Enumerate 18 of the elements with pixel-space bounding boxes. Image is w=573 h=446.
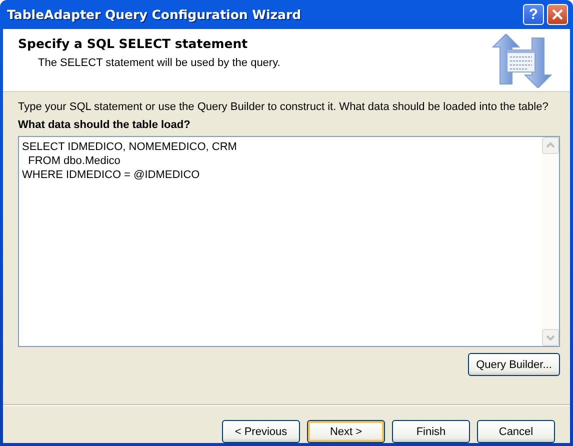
scroll-up-icon[interactable]: [542, 137, 559, 154]
close-icon: [552, 9, 563, 20]
wizard-button[interactable]: Next >: [307, 420, 385, 443]
scroll-down-icon[interactable]: [542, 329, 559, 346]
header-title: Specify a SQL SELECT statement: [18, 36, 249, 51]
wizard-button[interactable]: Cancel: [477, 420, 555, 443]
header-subtitle: The SELECT statement will be used by the query.: [38, 57, 282, 69]
close-button[interactable]: [547, 4, 568, 25]
wizard-button[interactable]: Finish: [392, 420, 470, 443]
instructions-text: Type your SQL statement or use the Query Builder to construct it. What data should be loaded into the table?: [18, 101, 548, 113]
wizard-button[interactable]: < Previous: [222, 420, 300, 443]
query-builder-button[interactable]: Query Builder...: [468, 353, 560, 376]
sql-field[interactable]: SELECT IDMEDICO, NOMEMEDICO, CRM FROM dbo.Medico WHERE IDMEDICO = @IDMEDICO: [18, 136, 560, 347]
window-title: TableAdapter Query Configuration Wizard: [7, 7, 302, 22]
help-button[interactable]: ?: [523, 4, 544, 25]
scrollbar[interactable]: [542, 137, 559, 346]
query-label: What data should the table load?: [18, 119, 192, 131]
data-exchange-icon: [492, 34, 554, 88]
